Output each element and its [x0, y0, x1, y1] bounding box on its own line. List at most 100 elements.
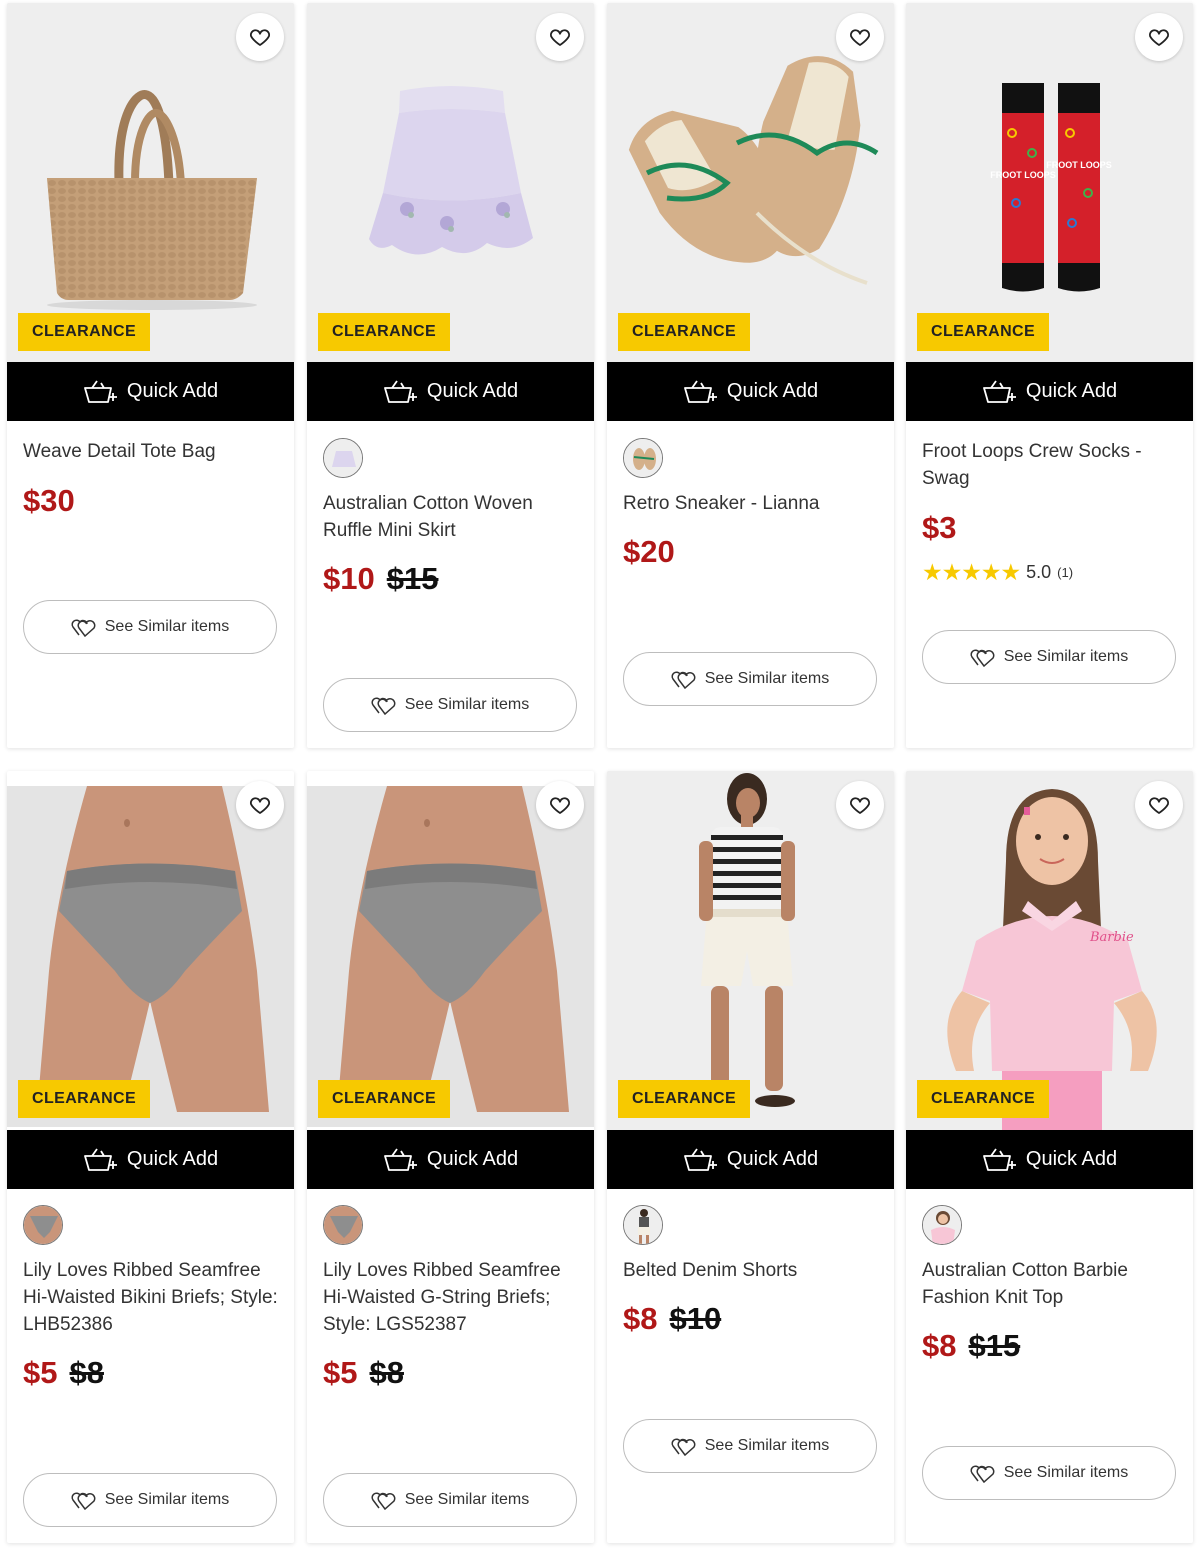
- rating-count: (1): [1057, 565, 1074, 580]
- see-similar-button[interactable]: See Similar items: [623, 1419, 877, 1473]
- product-rating[interactable]: ★★★★★ 5.0 (1): [922, 559, 1073, 586]
- product-image[interactable]: Barbie CLEARANCE: [906, 771, 1193, 1130]
- quick-add-label: Quick Add: [726, 1148, 819, 1170]
- product-image[interactable]: CLEARANCE: [607, 771, 894, 1130]
- double-heart-icon: [371, 697, 396, 715]
- product-image[interactable]: CLEARANCE: [307, 771, 594, 1127]
- quick-add-label: Quick Add: [426, 1148, 519, 1170]
- product-card[interactable]: FROOT LOOPS FROOT LOOPS CLEARANCE Quick …: [906, 3, 1193, 748]
- favorite-button[interactable]: [1135, 781, 1183, 829]
- clearance-badge: CLEARANCE: [318, 313, 451, 351]
- sale-price: $5: [323, 1355, 358, 1390]
- see-similar-button[interactable]: See Similar items: [23, 1473, 277, 1527]
- clearance-badge: CLEARANCE: [618, 1080, 751, 1118]
- quick-add-button[interactable]: Quick Add: [7, 1130, 294, 1189]
- product-title[interactable]: Australian Cotton Woven Ruffle Mini Skir…: [323, 490, 585, 544]
- product-card[interactable]: CLEARANCE Quick Add Lily Loves Ribbed Se…: [307, 771, 594, 1543]
- product-card[interactable]: CLEARANCE Quick Add Retro Sneaker - Lian…: [607, 3, 894, 748]
- see-similar-label: See Similar items: [104, 618, 230, 635]
- quick-add-label: Quick Add: [726, 380, 819, 402]
- quick-add-label: Quick Add: [126, 380, 219, 402]
- product-title[interactable]: Australian Cotton Barbie Fashion Knit To…: [922, 1257, 1184, 1311]
- double-heart-icon: [671, 1438, 696, 1456]
- product-card[interactable]: Barbie CLEARANCE Quick Add Australian Co…: [906, 771, 1193, 1543]
- see-similar-button[interactable]: See Similar items: [922, 1446, 1176, 1500]
- product-title[interactable]: Belted Denim Shorts: [623, 1257, 885, 1284]
- sale-price: $8: [922, 1328, 957, 1363]
- swatch-thumbnail: [624, 439, 662, 477]
- star-icon: ★★★★★: [922, 559, 1021, 585]
- product-title[interactable]: Retro Sneaker - Lianna: [623, 490, 885, 517]
- product-card[interactable]: CLEARANCE Quick Add Lily Loves Ribbed Se…: [7, 771, 294, 1543]
- product-title[interactable]: Lily Loves Ribbed Seamfree Hi-Waisted Bi…: [23, 1257, 285, 1338]
- product-image[interactable]: CLEARANCE: [307, 3, 594, 362]
- color-swatch[interactable]: [922, 1205, 962, 1245]
- swatch-thumbnail: [923, 1206, 961, 1244]
- quick-add-button[interactable]: Quick Add: [607, 1130, 894, 1189]
- see-similar-button[interactable]: See Similar items: [323, 1473, 577, 1527]
- clearance-badge: CLEARANCE: [618, 313, 751, 351]
- product-price: $8 $10: [623, 1301, 721, 1337]
- product-image[interactable]: CLEARANCE: [7, 3, 294, 362]
- color-swatch[interactable]: [23, 1205, 63, 1245]
- sale-price: $3: [922, 510, 957, 545]
- product-image[interactable]: FROOT LOOPS FROOT LOOPS CLEARANCE: [906, 3, 1193, 362]
- favorite-button[interactable]: [236, 781, 284, 829]
- product-title[interactable]: Lily Loves Ribbed Seamfree Hi-Waisted G-…: [323, 1257, 585, 1338]
- quick-add-label: Quick Add: [1025, 380, 1118, 402]
- clearance-badge: CLEARANCE: [917, 1080, 1050, 1118]
- see-similar-label: See Similar items: [1003, 1464, 1129, 1481]
- heart-icon: [849, 797, 871, 814]
- sale-price: $8: [623, 1301, 658, 1336]
- product-title[interactable]: Weave Detail Tote Bag: [23, 438, 285, 465]
- product-price: $30: [23, 483, 75, 519]
- product-price: $3: [922, 510, 956, 546]
- favorite-button[interactable]: [1135, 13, 1183, 61]
- original-price: $15: [386, 561, 439, 596]
- quick-add-button[interactable]: Quick Add: [906, 1130, 1193, 1189]
- quick-add-button[interactable]: Quick Add: [307, 362, 594, 421]
- quick-add-button[interactable]: Quick Add: [7, 362, 294, 421]
- original-price: $10: [669, 1301, 722, 1336]
- product-card[interactable]: CLEARANCE Quick Add Weave Detail Tote Ba…: [7, 3, 294, 748]
- color-swatch[interactable]: [623, 1205, 663, 1245]
- sale-price: $20: [623, 534, 675, 569]
- see-similar-button[interactable]: See Similar items: [323, 678, 577, 732]
- see-similar-button[interactable]: See Similar items: [23, 600, 277, 654]
- quick-add-button[interactable]: Quick Add: [307, 1130, 594, 1189]
- product-image[interactable]: CLEARANCE: [7, 771, 294, 1127]
- favorite-button[interactable]: [536, 781, 584, 829]
- sale-price: $5: [23, 1355, 58, 1390]
- clearance-badge: CLEARANCE: [318, 1080, 451, 1118]
- color-swatch[interactable]: [623, 438, 663, 478]
- product-card[interactable]: CLEARANCE Quick Add Belted Denim Shorts …: [607, 771, 894, 1543]
- see-similar-label: See Similar items: [104, 1491, 230, 1508]
- basket-plus-icon: [84, 1147, 117, 1171]
- color-swatch[interactable]: [323, 438, 363, 478]
- favorite-button[interactable]: [236, 13, 284, 61]
- original-price: $15: [968, 1328, 1021, 1363]
- quick-add-button[interactable]: Quick Add: [607, 362, 894, 421]
- product-title[interactable]: Froot Loops Crew Socks - Swag: [922, 438, 1184, 492]
- sock-print-text: FROOT LOOPS: [990, 170, 1056, 180]
- see-similar-button[interactable]: See Similar items: [922, 630, 1176, 684]
- swatch-thumbnail: [324, 439, 362, 477]
- quick-add-label: Quick Add: [426, 380, 519, 402]
- favorite-button[interactable]: [836, 781, 884, 829]
- sale-price: $30: [23, 483, 75, 518]
- product-image[interactable]: CLEARANCE: [607, 3, 894, 362]
- double-heart-icon: [371, 1492, 396, 1510]
- favorite-button[interactable]: [836, 13, 884, 61]
- quick-add-label: Quick Add: [1025, 1148, 1118, 1170]
- see-similar-label: See Similar items: [704, 670, 830, 687]
- product-card[interactable]: CLEARANCE Quick Add Australian Cotton Wo…: [307, 3, 594, 748]
- color-swatch[interactable]: [323, 1205, 363, 1245]
- shirt-logo-text: Barbie: [1089, 930, 1134, 945]
- heart-icon: [549, 29, 571, 46]
- swatch-thumbnail: [24, 1206, 62, 1244]
- quick-add-button[interactable]: Quick Add: [906, 362, 1193, 421]
- see-similar-button[interactable]: See Similar items: [623, 652, 877, 706]
- favorite-button[interactable]: [536, 13, 584, 61]
- see-similar-label: See Similar items: [404, 1491, 530, 1508]
- product-price: $5 $8: [323, 1355, 404, 1391]
